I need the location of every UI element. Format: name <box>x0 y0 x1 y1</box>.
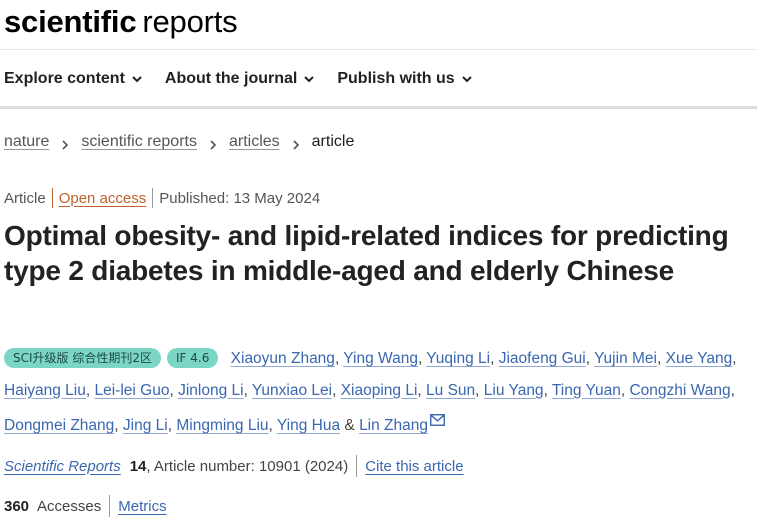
author-link[interactable]: Ying Hua <box>277 417 340 434</box>
author-link[interactable]: Xue Yang <box>666 350 733 367</box>
author-joiner: & <box>344 417 355 434</box>
article-type: Article <box>4 189 46 207</box>
nav-divider <box>0 106 757 109</box>
logo-regular: reports <box>142 4 238 39</box>
citation-divider <box>356 455 358 477</box>
author-link[interactable]: Ying Wang <box>343 350 418 367</box>
metrics-link[interactable]: Metrics <box>118 498 166 515</box>
impact-factor-badge: IF 4.6 <box>167 348 219 368</box>
chevron-down-icon <box>461 73 473 85</box>
chevron-right-icon <box>291 137 301 150</box>
header-divider <box>0 49 757 50</box>
author-link[interactable]: Dongmei Zhang <box>4 417 114 434</box>
author-link[interactable]: Congzhi Wang <box>629 382 730 399</box>
author-link[interactable]: Xiaoping Li <box>341 382 418 399</box>
author-link[interactable]: Jinlong Li <box>178 382 244 399</box>
nav-label: Publish with us <box>337 70 455 87</box>
author-link[interactable]: Lin Zhang <box>359 417 428 434</box>
metrics-divider <box>109 495 111 517</box>
cite-this-article-link[interactable]: Cite this article <box>365 458 463 475</box>
article-number: , Article number: 10901 (2024) <box>146 457 349 475</box>
logo-bold: scientific <box>4 4 137 39</box>
breadcrumb-scientific-reports[interactable]: scientific reports <box>81 133 197 151</box>
mail-icon[interactable] <box>430 406 445 426</box>
nav-label: About the journal <box>164 70 298 87</box>
chevron-down-icon <box>303 73 315 85</box>
meta-divider <box>152 188 154 208</box>
citation-line: Scientific Reports 14 , Article number: … <box>4 455 464 477</box>
author-link[interactable]: Yujin Mei <box>594 350 657 367</box>
nav-about-journal[interactable]: About the journal <box>165 70 315 88</box>
nav-publish-with-us[interactable]: Publish with us <box>337 70 472 88</box>
author-link[interactable]: Lu Sun <box>426 382 475 399</box>
accesses-count: 360 <box>4 497 30 515</box>
author-link[interactable]: Jing Li <box>123 417 168 434</box>
chevron-right-icon <box>60 137 70 150</box>
author-link[interactable]: Mingming Liu <box>176 417 268 434</box>
article-title: Optimal obesity- and lipid-related indic… <box>4 220 729 286</box>
author-link[interactable]: Lei-lei Guo <box>94 382 169 399</box>
volume: 14 <box>129 457 147 475</box>
author-list: SCI升级版 综合性期刊2区 IF 4.6 Xiaoyun Zhang, Ying… <box>4 348 737 434</box>
nav-explore-content[interactable]: Explore content <box>4 70 143 88</box>
chevron-down-icon <box>131 73 143 85</box>
accesses-label: Accesses <box>37 497 102 515</box>
author-link[interactable]: Jiaofeng Gui <box>499 350 586 367</box>
author-link[interactable]: Yuqing Li <box>426 350 490 367</box>
breadcrumb-articles[interactable]: articles <box>229 133 280 151</box>
chevron-right-icon <box>208 137 218 150</box>
author-link[interactable]: Xiaoyun Zhang <box>231 350 335 367</box>
nav-label: Explore content <box>4 70 125 87</box>
partition-badge: SCI升级版 综合性期刊2区 <box>4 348 161 368</box>
breadcrumb-nature[interactable]: nature <box>4 133 49 151</box>
breadcrumb-current: article <box>311 133 355 150</box>
article-meta: Article Open access Published: 13 May 20… <box>4 187 320 209</box>
author-link[interactable]: Liu Yang <box>484 382 544 399</box>
author-link[interactable]: Ting Yuan <box>552 382 621 399</box>
main-nav: Explore content About the journal Publis… <box>4 65 495 93</box>
open-access-link[interactable]: Open access <box>59 190 147 207</box>
author-link[interactable]: Yunxiao Lei <box>252 382 332 399</box>
journal-link[interactable]: Scientific Reports <box>4 458 121 475</box>
journal-logo[interactable]: scientific reports <box>4 2 238 42</box>
metrics-line: 360 Accesses Metrics <box>4 495 167 517</box>
breadcrumb: nature scientific reports articles artic… <box>4 131 354 153</box>
author-link[interactable]: Haiyang Liu <box>4 382 86 399</box>
meta-divider <box>51 188 53 208</box>
published-date: Published: 13 May 2024 <box>159 189 321 207</box>
